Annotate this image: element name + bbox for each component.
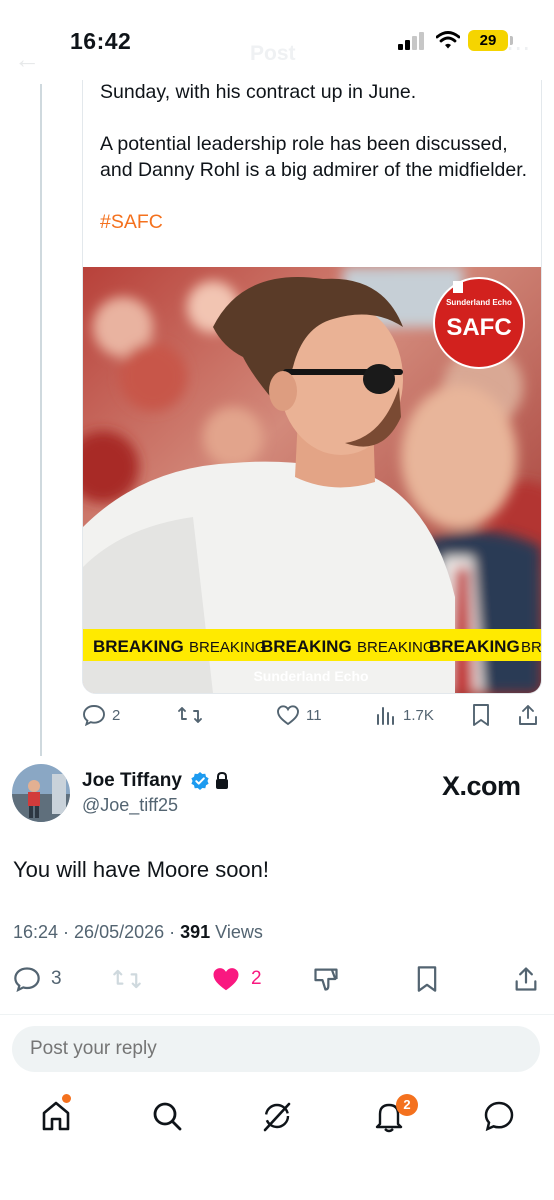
quoted-post-paragraph-2: A potential leadership role has been dis… bbox=[100, 133, 528, 181]
repost-icon bbox=[113, 969, 141, 989]
banner-text-3: BREAKING bbox=[261, 637, 352, 656]
logo-top-text: Sunderland Echo bbox=[446, 298, 512, 307]
heart-icon bbox=[277, 705, 299, 726]
share-icon bbox=[515, 967, 537, 991]
bookmark-icon bbox=[417, 966, 437, 992]
quoted-post-paragraph-1: Sunday, with his contract up in June. bbox=[100, 81, 417, 103]
battery-icon: 29 bbox=[468, 30, 508, 51]
verified-badge-icon bbox=[191, 772, 209, 790]
share-icon bbox=[519, 705, 537, 725]
banner-text-6: BRE bbox=[521, 639, 541, 656]
dislike-button[interactable] bbox=[312, 962, 340, 996]
battery-tip bbox=[510, 36, 513, 45]
author-handle[interactable]: @Joe_tiff25 bbox=[82, 795, 178, 816]
home-icon bbox=[42, 1101, 70, 1131]
like-count: 2 bbox=[251, 968, 262, 989]
thread-connector-line bbox=[40, 84, 42, 756]
views-label: Views bbox=[210, 922, 263, 942]
post-timestamp[interactable]: 16:24 · 26/05/2026 · bbox=[13, 922, 180, 942]
reply-text: You will have Moore soon! bbox=[13, 857, 270, 882]
signal-icon bbox=[398, 32, 428, 50]
author-name[interactable]: Joe Tiffany bbox=[82, 770, 182, 792]
notification-count-badge: 2 bbox=[396, 1094, 418, 1116]
share-button[interactable] bbox=[512, 962, 540, 996]
quoted-like-button[interactable]: 11 bbox=[276, 700, 322, 730]
quoted-like-count: 11 bbox=[306, 706, 322, 724]
like-button[interactable]: 2 bbox=[211, 962, 262, 996]
search-icon bbox=[153, 1102, 182, 1131]
back-arrow-icon[interactable]: ← bbox=[14, 44, 40, 75]
reply-icon bbox=[14, 967, 40, 992]
tab-search[interactable] bbox=[149, 1098, 185, 1134]
avatar[interactable] bbox=[12, 764, 70, 822]
status-bar: ← Post ⋯ 16:42 29 bbox=[0, 0, 554, 80]
lock-icon bbox=[216, 771, 228, 789]
hashtag-link[interactable]: #SAFC bbox=[100, 211, 163, 233]
banner-text-2: BREAKING bbox=[189, 639, 267, 656]
reply-button[interactable]: 3 bbox=[13, 962, 62, 996]
quoted-views-button[interactable]: 1.7K bbox=[375, 700, 434, 730]
bookmark-icon bbox=[473, 704, 489, 726]
reply-icon bbox=[83, 705, 105, 726]
quoted-repost-button[interactable] bbox=[177, 700, 203, 730]
tab-grok[interactable] bbox=[259, 1098, 295, 1134]
banner-text-4: BREAKING bbox=[357, 639, 435, 656]
reply-composer-input[interactable] bbox=[12, 1026, 540, 1072]
repost-icon bbox=[178, 707, 202, 723]
wifi-icon bbox=[436, 31, 460, 49]
tab-messages[interactable] bbox=[481, 1098, 517, 1134]
repost-button[interactable] bbox=[112, 962, 142, 996]
quoted-post-card[interactable]: Sunday, with his contract up in June. A … bbox=[82, 40, 542, 694]
xcom-watermark: X.com bbox=[442, 771, 521, 801]
banner-text-1: BREAKING bbox=[93, 637, 184, 656]
post-photo: Sunderland Echo SAFC BREAKING BREAKING B… bbox=[83, 267, 541, 693]
bookmark-button[interactable] bbox=[414, 962, 440, 996]
messages-icon bbox=[484, 1101, 514, 1132]
reply-count: 3 bbox=[51, 968, 62, 989]
quoted-reply-count: 2 bbox=[112, 706, 121, 724]
clock: 16:42 bbox=[70, 28, 132, 54]
divider bbox=[0, 1014, 554, 1015]
tab-home[interactable] bbox=[38, 1098, 74, 1134]
image-watermark: Sunderland Echo bbox=[253, 668, 368, 684]
quoted-views-count: 1.7K bbox=[403, 706, 434, 724]
views-count: 391 bbox=[180, 922, 211, 942]
quoted-post-text: Sunday, with his contract up in June. A … bbox=[100, 79, 530, 261]
analytics-icon bbox=[377, 707, 394, 725]
post-image[interactable]: Sunderland Echo SAFC BREAKING BREAKING B… bbox=[83, 267, 541, 693]
banner-text-5: BREAKING bbox=[429, 637, 520, 656]
avatar-photo bbox=[12, 764, 70, 822]
heart-filled-icon bbox=[213, 968, 239, 991]
downvote-icon bbox=[314, 968, 338, 991]
quoted-share-button[interactable] bbox=[516, 700, 540, 730]
logo-main-text: SAFC bbox=[446, 314, 511, 341]
quoted-bookmark-button[interactable] bbox=[470, 700, 492, 730]
grok-icon bbox=[263, 1102, 291, 1132]
quoted-reply-button[interactable]: 2 bbox=[82, 700, 120, 730]
post-meta: 16:24 · 26/05/2026 · 391 Views bbox=[13, 922, 263, 943]
header-title: Post bbox=[250, 42, 296, 65]
home-unread-dot bbox=[62, 1094, 71, 1103]
